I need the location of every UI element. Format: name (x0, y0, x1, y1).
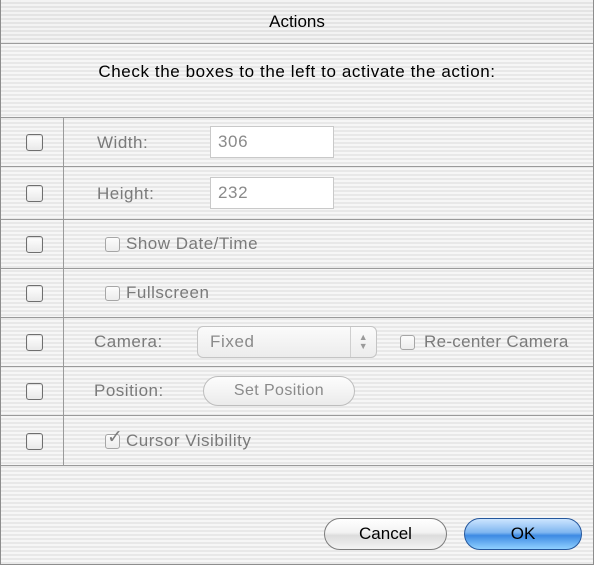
width-field[interactable]: 306 (210, 126, 334, 158)
cursor-visibility-checkbox[interactable]: ✓ (105, 428, 123, 449)
action-row-cursor-visibility: ✓ Cursor Visibility (1, 416, 593, 466)
activate-fullscreen-checkbox[interactable] (26, 285, 43, 302)
row-checkbox-cell (1, 269, 64, 317)
window-title: Actions (1, 0, 593, 44)
action-row-width: Width: 306 (1, 118, 593, 167)
recenter-camera-label: Re-center Camera (424, 332, 569, 351)
row-checkbox-cell (1, 367, 64, 415)
fullscreen-checkbox[interactable] (105, 286, 120, 301)
camera-popup-value: Fixed (210, 332, 255, 351)
row-checkbox-cell (1, 220, 64, 268)
action-rows: Width: 306 Height: 232 Show Date/Time Fu… (1, 117, 593, 466)
action-row-fullscreen: Fullscreen (1, 269, 593, 318)
actions-dialog: Actions Check the boxes to the left to a… (0, 0, 594, 565)
row-checkbox-cell (1, 118, 64, 166)
action-row-show-date-time: Show Date/Time (1, 220, 593, 269)
activate-height-checkbox[interactable] (26, 185, 43, 202)
fullscreen-label: Fullscreen (126, 283, 210, 302)
activate-position-checkbox[interactable] (26, 383, 43, 400)
activate-width-checkbox[interactable] (26, 134, 43, 151)
camera-label: Camera: (94, 332, 163, 351)
instructions-text: Check the boxes to the left to activate … (98, 62, 496, 81)
camera-popup[interactable]: Fixed ▲ ▼ (197, 326, 377, 358)
height-field[interactable]: 232 (210, 177, 334, 209)
height-label: Height: (97, 184, 155, 203)
row-checkbox-cell (1, 318, 64, 366)
activate-cursor-visibility-checkbox[interactable] (26, 433, 43, 450)
cursor-visibility-label: Cursor Visibility (126, 431, 252, 450)
show-date-time-label: Show Date/Time (126, 234, 259, 253)
show-date-time-checkbox[interactable] (105, 237, 120, 252)
action-row-position: Position: Set Position (1, 367, 593, 416)
up-down-arrows-icon: ▲ ▼ (350, 327, 376, 357)
activate-show-date-time-checkbox[interactable] (26, 236, 43, 253)
action-row-height: Height: 232 (1, 167, 593, 220)
cancel-button[interactable]: Cancel (324, 518, 447, 550)
row-checkbox-cell (1, 416, 64, 465)
checkmark-icon: ✓ (107, 427, 123, 448)
row-checkbox-cell (1, 167, 64, 219)
recenter-camera-checkbox[interactable] (400, 335, 415, 350)
action-row-camera: Camera: Fixed ▲ ▼ Re-center Camera (1, 318, 593, 367)
position-label: Position: (94, 381, 164, 400)
width-label: Width: (97, 133, 149, 152)
set-position-button[interactable]: Set Position (203, 376, 355, 406)
activate-camera-checkbox[interactable] (26, 334, 43, 351)
ok-button[interactable]: OK (464, 518, 582, 550)
